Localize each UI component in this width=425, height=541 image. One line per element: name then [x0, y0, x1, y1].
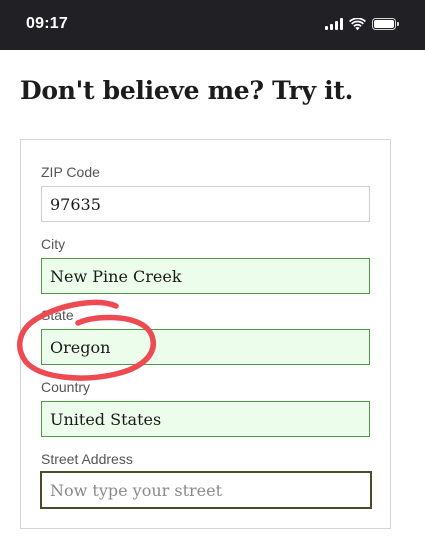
signal-icon	[325, 18, 343, 30]
country-label: Country	[41, 379, 91, 395]
street-label: Street Address	[41, 451, 133, 467]
city-label: City	[41, 236, 66, 252]
zip-label: ZIP Code	[41, 164, 100, 180]
city-field[interactable]	[41, 258, 370, 294]
country-field[interactable]	[41, 401, 370, 437]
page-title: Don't believe me? Try it.	[20, 76, 354, 105]
state-label: State	[41, 307, 74, 323]
status-bar: 09:17	[0, 0, 425, 50]
zip-field[interactable]	[41, 186, 370, 222]
state-field[interactable]	[41, 329, 370, 365]
street-field[interactable]	[40, 471, 372, 509]
battery-icon	[372, 18, 399, 30]
status-time: 09:17	[26, 15, 68, 32]
wifi-icon	[349, 17, 366, 30]
status-icons	[325, 17, 399, 31]
